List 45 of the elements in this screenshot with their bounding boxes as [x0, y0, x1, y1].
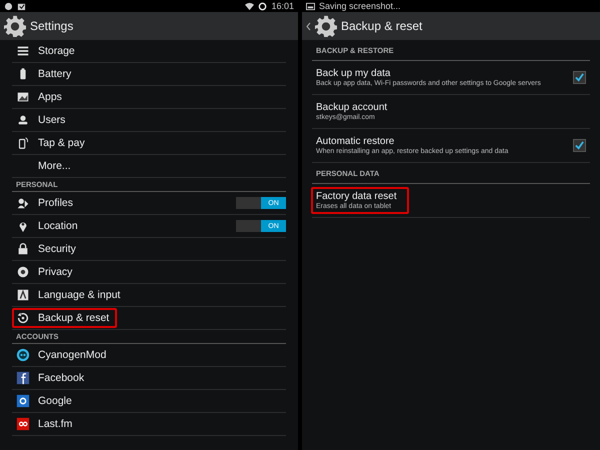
google-icon: [16, 394, 30, 408]
profile-icon: [16, 196, 30, 210]
screen-title: Settings: [30, 19, 74, 33]
letter-icon: [16, 288, 30, 302]
item-title: Back up my data: [316, 68, 392, 79]
chat-icon: [16, 348, 30, 362]
settings-icon: [315, 15, 337, 37]
settings-item[interactable]: Language & input: [38, 289, 286, 301]
settings-item[interactable]: More...: [38, 160, 286, 172]
notification-text: Saving screenshot...: [319, 1, 401, 11]
storage-icon: [16, 44, 30, 58]
checkbox[interactable]: [573, 71, 586, 84]
settings-item[interactable]: Storage: [38, 45, 286, 57]
settings-item[interactable]: Privacy: [38, 266, 286, 278]
person-icon: [16, 113, 30, 127]
item-title: Backup account: [316, 102, 388, 113]
settings-item[interactable]: Security: [38, 243, 286, 255]
settings-item[interactable]: Last.fm: [38, 418, 286, 430]
screen-title: Backup & reset: [341, 19, 422, 33]
settings-item[interactable]: CyanogenMod: [38, 349, 286, 361]
privacy-icon: [16, 265, 30, 279]
phone-icon: [16, 136, 30, 150]
settings-item[interactable]: Backup & reset: [12, 308, 118, 328]
settings-icon: [4, 15, 26, 37]
back-icon[interactable]: [306, 22, 311, 30]
settings-item[interactable]: Google: [38, 395, 286, 407]
lock-icon: [16, 242, 30, 256]
settings-item[interactable]: Users: [38, 114, 286, 126]
clock: 16:01: [271, 1, 294, 11]
image-icon: [306, 2, 315, 10]
facebook-icon: [16, 371, 30, 385]
item-title: Factory data reset: [316, 191, 397, 202]
checkbox[interactable]: [573, 139, 586, 152]
restore-icon: [16, 311, 30, 325]
settings-item[interactable]: Battery: [38, 68, 286, 80]
settings-item[interactable]: Profiles: [38, 197, 228, 209]
item-title: Automatic restore: [316, 136, 396, 147]
ring-icon: [258, 2, 268, 10]
settings-item[interactable]: Tap & pay: [38, 137, 286, 149]
settings-item[interactable]: Apps: [38, 91, 286, 103]
image-icon: [16, 90, 30, 104]
lastfm-icon: [16, 417, 30, 431]
settings-item[interactable]: Facebook: [38, 372, 286, 384]
wifi-icon: [245, 2, 254, 10]
settings-item[interactable]: Location: [38, 220, 228, 232]
